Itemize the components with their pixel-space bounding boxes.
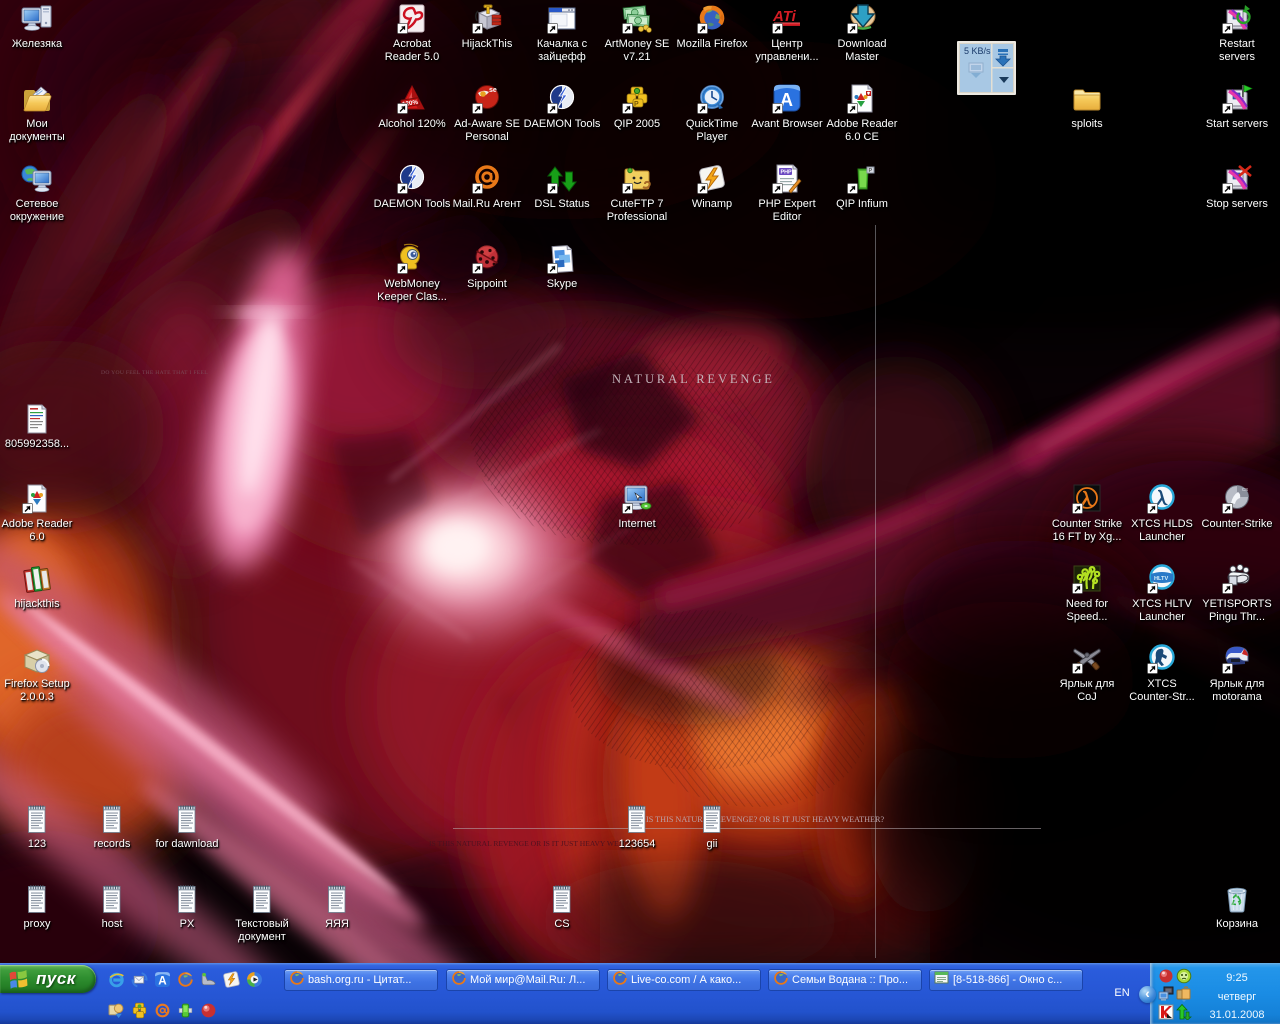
svg-text:5 KB/s: 5 KB/s <box>964 46 991 56</box>
svg-text:DO YOU FEEL THE HATE THAT I FE: DO YOU FEEL THE HATE THAT I FEEL <box>101 370 208 376</box>
svg-text:NATURAL REVENGE: NATURAL REVENGE <box>612 372 775 386</box>
svg-text:A: A <box>158 974 167 987</box>
